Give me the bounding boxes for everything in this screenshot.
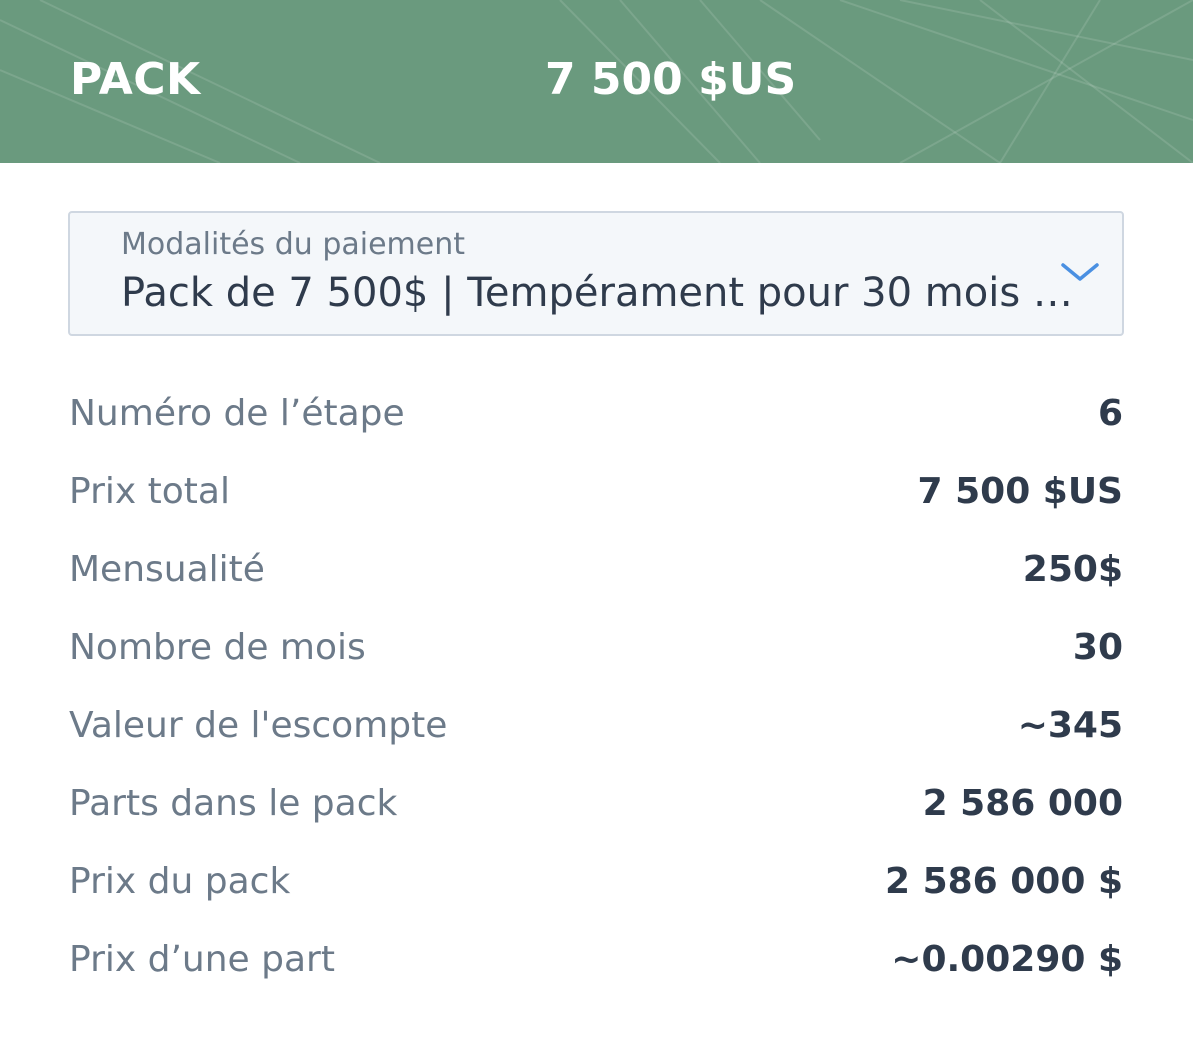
detail-value: ~0.00290 $ — [891, 939, 1123, 980]
detail-value: ~345 — [1017, 705, 1123, 746]
detail-label: Valeur de l'escompte — [69, 705, 448, 746]
pack-details-list: Numéro de l’étape 6 Prix total 7 500 $US… — [69, 380, 1123, 1004]
detail-value: 30 — [1072, 627, 1123, 668]
detail-row-total-price: Prix total 7 500 $US — [69, 458, 1123, 536]
detail-row-discount-value: Valeur de l'escompte ~345 — [69, 692, 1123, 770]
detail-value: 2 586 000 $ — [885, 861, 1123, 902]
pack-card: PACK 7 500 $US Modalités du paiement Pac… — [0, 0, 1193, 1037]
detail-row-number-of-months: Nombre de mois 30 — [69, 614, 1123, 692]
payment-terms-caption: Modalités du paiement — [121, 227, 465, 262]
detail-row-shares-in-pack: Parts dans le pack 2 586 000 — [69, 770, 1123, 848]
detail-value: 250$ — [1022, 549, 1123, 590]
payment-terms-value: Pack de 7 500$ | Tempérament pour 30 moi… — [121, 270, 1081, 316]
detail-value: 2 586 000 — [922, 783, 1123, 824]
detail-label: Prix d’une part — [69, 939, 335, 980]
payment-terms-select[interactable]: Modalités du paiement Pack de 7 500$ | T… — [68, 211, 1124, 336]
detail-row-step-number: Numéro de l’étape 6 — [69, 380, 1123, 458]
detail-label: Prix total — [69, 471, 230, 512]
detail-value: 6 — [1097, 393, 1123, 434]
chevron-down-icon[interactable] — [1060, 261, 1100, 283]
header-label: PACK — [70, 54, 201, 105]
detail-row-share-price: Prix d’une part ~0.00290 $ — [69, 926, 1123, 1004]
header-price: 7 500 $US — [545, 54, 797, 105]
detail-label: Numéro de l’étape — [69, 393, 405, 434]
detail-row-pack-price: Prix du pack 2 586 000 $ — [69, 848, 1123, 926]
detail-value: 7 500 $US — [917, 471, 1123, 512]
detail-label: Prix du pack — [69, 861, 291, 902]
detail-label: Nombre de mois — [69, 627, 366, 668]
pack-header: PACK 7 500 $US — [0, 0, 1193, 163]
detail-label: Mensualité — [69, 549, 265, 590]
detail-label: Parts dans le pack — [69, 783, 398, 824]
detail-row-monthly-payment: Mensualité 250$ — [69, 536, 1123, 614]
